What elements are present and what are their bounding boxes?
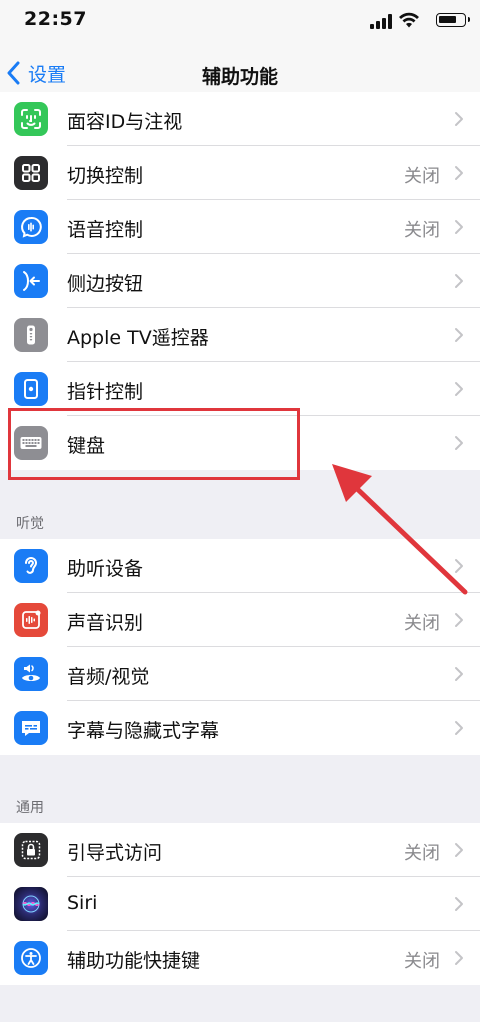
cellular-signal-icon <box>370 13 392 29</box>
chevron-right-icon <box>455 559 463 573</box>
face-id-icon <box>14 102 48 136</box>
row-hearing-devices[interactable]: 助听设备 <box>0 539 480 593</box>
row-label: 切换控制 <box>67 165 144 187</box>
chevron-right-icon <box>455 328 463 342</box>
siri-icon <box>14 887 48 921</box>
settings-group-physical: 面容ID与注视 切换控制 关闭 语音控制 关闭 侧边按钮 Apple TV遥控器… <box>0 92 480 470</box>
settings-group-hearing: 助听设备 声音识别 关闭 音频/视觉 字幕与隐藏式字幕 <box>0 539 480 755</box>
page-title: 辅助功能 <box>201 66 278 88</box>
battery-icon <box>436 13 470 27</box>
chevron-right-icon <box>455 436 463 450</box>
row-accessibility-shortcut[interactable]: 辅助功能快捷键 关闭 <box>0 931 480 985</box>
chevron-right-icon <box>455 613 463 627</box>
chevron-right-icon <box>455 843 463 857</box>
chevron-right-icon <box>455 721 463 735</box>
chevron-right-icon <box>455 166 463 180</box>
status-bar: 22:57 <box>0 0 480 42</box>
row-apple-tv-remote[interactable]: Apple TV遥控器 <box>0 308 480 362</box>
chevron-right-icon <box>455 274 463 288</box>
row-keyboard[interactable]: 键盘 <box>0 416 480 470</box>
voice-control-icon <box>14 210 48 244</box>
row-label: 指针控制 <box>67 381 144 403</box>
row-audio-visual[interactable]: 音频/视觉 <box>0 647 480 701</box>
chevron-right-icon <box>455 112 463 126</box>
row-value: 关闭 <box>404 166 440 187</box>
side-button-icon <box>14 264 48 298</box>
row-label: 面容ID与注视 <box>67 111 183 133</box>
subtitles-icon <box>14 711 48 745</box>
audio-visual-icon <box>14 657 48 691</box>
settings-group-general: 引导式访问 关闭 Siri 辅助功能快捷键 关闭 <box>0 823 480 985</box>
row-side-button[interactable]: 侧边按钮 <box>0 254 480 308</box>
chevron-right-icon <box>455 220 463 234</box>
row-subtitles-captioning[interactable]: 字幕与隐藏式字幕 <box>0 701 480 755</box>
status-time: 22:57 <box>24 8 87 30</box>
accessibility-shortcut-icon <box>14 941 48 975</box>
row-guided-access[interactable]: 引导式访问 关闭 <box>0 823 480 877</box>
apple-tv-remote-icon <box>14 318 48 352</box>
row-label: 键盘 <box>67 435 106 457</box>
row-label: 字幕与隐藏式字幕 <box>67 720 220 742</box>
row-sound-recognition[interactable]: 声音识别 关闭 <box>0 593 480 647</box>
row-value: 关闭 <box>404 843 440 864</box>
row-label: Siri <box>67 892 98 914</box>
switch-control-icon <box>14 156 48 190</box>
section-header-hearing: 听觉 <box>16 516 44 532</box>
row-voice-control[interactable]: 语音控制 关闭 <box>0 200 480 254</box>
section-header-general: 通用 <box>16 800 44 816</box>
row-label: 辅助功能快捷键 <box>67 950 201 972</box>
row-value: 关闭 <box>404 220 440 241</box>
row-pointer-control[interactable]: 指针控制 <box>0 362 480 416</box>
row-label: Apple TV遥控器 <box>67 327 209 349</box>
row-label: 音频/视觉 <box>67 666 150 688</box>
bottom-strip <box>0 1006 480 1022</box>
sound-recognition-icon <box>14 603 48 637</box>
row-value: 关闭 <box>404 613 440 634</box>
row-label: 助听设备 <box>67 558 144 580</box>
row-label: 引导式访问 <box>67 842 163 864</box>
chevron-right-icon <box>455 382 463 396</box>
row-siri[interactable]: Siri <box>0 877 480 931</box>
guided-access-icon <box>14 833 48 867</box>
keyboard-icon <box>14 426 48 460</box>
row-switch-control[interactable]: 切换控制 关闭 <box>0 146 480 200</box>
row-value: 关闭 <box>404 951 440 972</box>
status-icons <box>356 11 470 29</box>
row-label: 侧边按钮 <box>67 273 144 295</box>
wifi-icon <box>399 12 419 28</box>
chevron-right-icon <box>455 951 463 965</box>
chevron-right-icon <box>455 667 463 681</box>
row-label: 语音控制 <box>67 219 144 241</box>
row-label: 声音识别 <box>67 612 144 634</box>
row-face-id[interactable]: 面容ID与注视 <box>0 92 480 146</box>
pointer-control-icon <box>14 372 48 406</box>
chevron-right-icon <box>455 897 463 911</box>
hearing-devices-icon <box>14 549 48 583</box>
